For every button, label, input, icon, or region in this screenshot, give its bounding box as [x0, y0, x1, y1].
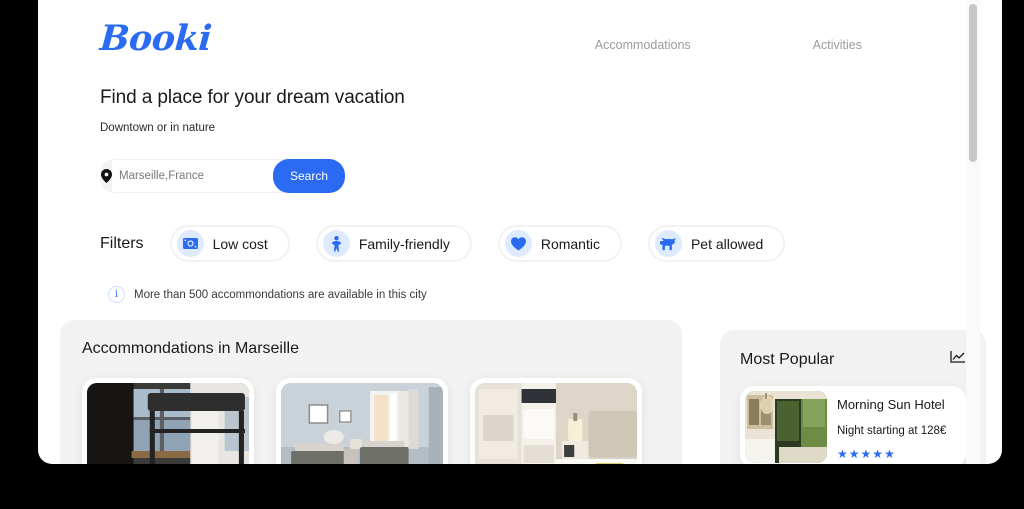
- accommodation-card-list: [82, 378, 660, 464]
- filter-label-pet-allowed: Pet allowed: [690, 235, 764, 252]
- page-subtitle: Downtown or in nature: [100, 122, 216, 134]
- screen: Booki Accommodations Activities Find a p…: [0, 0, 1024, 509]
- search-bar: Search: [100, 159, 346, 193]
- booki-logo[interactable]: Booki: [99, 18, 213, 59]
- accommodations-title: Accommondations in Marseille: [82, 340, 299, 357]
- filter-romantic[interactable]: Romantic: [497, 225, 622, 262]
- filter-pet-allowed[interactable]: Pet allowed: [647, 225, 786, 262]
- hotel-card[interactable]: Morning Sun Hotel Night starting at 128€…: [740, 386, 966, 464]
- star-icon: ★: [884, 447, 895, 461]
- nav-item-activities[interactable]: Activities: [813, 38, 862, 52]
- main-nav: Accommodations Activities: [595, 38, 862, 52]
- child-icon: [322, 230, 350, 257]
- bunk-bed-room-photo: [87, 383, 249, 464]
- search-button[interactable]: Search: [273, 159, 346, 193]
- info-text: More than 500 accommondations are availa…: [134, 288, 427, 301]
- twin-bedroom-photo: [281, 383, 443, 464]
- accommodation-card[interactable]: [82, 378, 254, 464]
- star-icon: ★: [848, 447, 860, 461]
- filter-label-family-friendly: Family-friendly: [358, 235, 450, 252]
- dog-icon: [654, 230, 682, 257]
- site-header: Booki Accommodations Activities: [38, 0, 1002, 59]
- accommodation-card[interactable]: [276, 378, 448, 464]
- location-pin-icon: [101, 160, 112, 192]
- browser-page: Booki Accommodations Activities Find a p…: [38, 0, 1002, 464]
- star-icon: ★: [837, 447, 848, 461]
- scrollbar-thumb[interactable]: [969, 4, 977, 162]
- hotel-rating-stars: ★ ★ ★ ★ ★: [837, 447, 946, 461]
- search-input[interactable]: [112, 160, 273, 192]
- filters-row: Filters Low cost Family-friendly Romanti…: [100, 225, 940, 262]
- nav-item-accommodations[interactable]: Accommodations: [595, 38, 691, 52]
- accommodation-card[interactable]: [470, 378, 642, 464]
- filter-label-low-cost: Low cost: [212, 235, 268, 252]
- star-icon: ★: [872, 447, 884, 461]
- trending-chart-icon: [950, 350, 966, 369]
- accommodations-panel: Accommondations in Marseille: [60, 320, 682, 464]
- most-popular-title: Most Popular: [740, 350, 835, 368]
- filter-low-cost[interactable]: Low cost: [169, 225, 290, 262]
- hotel-name: Morning Sun Hotel: [837, 397, 945, 412]
- filters-label: Filters: [100, 234, 144, 252]
- info-banner: i More than 500 accommondations are avai…: [100, 286, 940, 303]
- money-icon: [176, 230, 204, 257]
- most-popular-panel: Most Popular Morning Sun Hotel Night sta…: [720, 330, 986, 464]
- results-panels: Accommondations in Marseille Most Popula…: [38, 303, 1002, 464]
- hotel-room-with-lamp-photo: [475, 383, 637, 464]
- hotel-price: Night starting at 128€: [837, 425, 947, 437]
- most-popular-header: Most Popular: [740, 350, 966, 369]
- hotel-info: Morning Sun Hotel Night starting at 128€…: [837, 391, 946, 463]
- vertical-scrollbar[interactable]: [966, 0, 980, 464]
- filter-label-romantic: Romantic: [540, 235, 600, 252]
- green-hotel-room-photo: [745, 391, 827, 463]
- filter-family-friendly[interactable]: Family-friendly: [315, 225, 472, 262]
- page-title: Find a place for your dream vacation: [100, 87, 405, 108]
- star-icon: ★: [860, 447, 872, 461]
- info-icon: i: [108, 286, 125, 303]
- heart-icon: [504, 230, 532, 257]
- search-section: Find a place for your dream vacation Dow…: [38, 59, 1002, 303]
